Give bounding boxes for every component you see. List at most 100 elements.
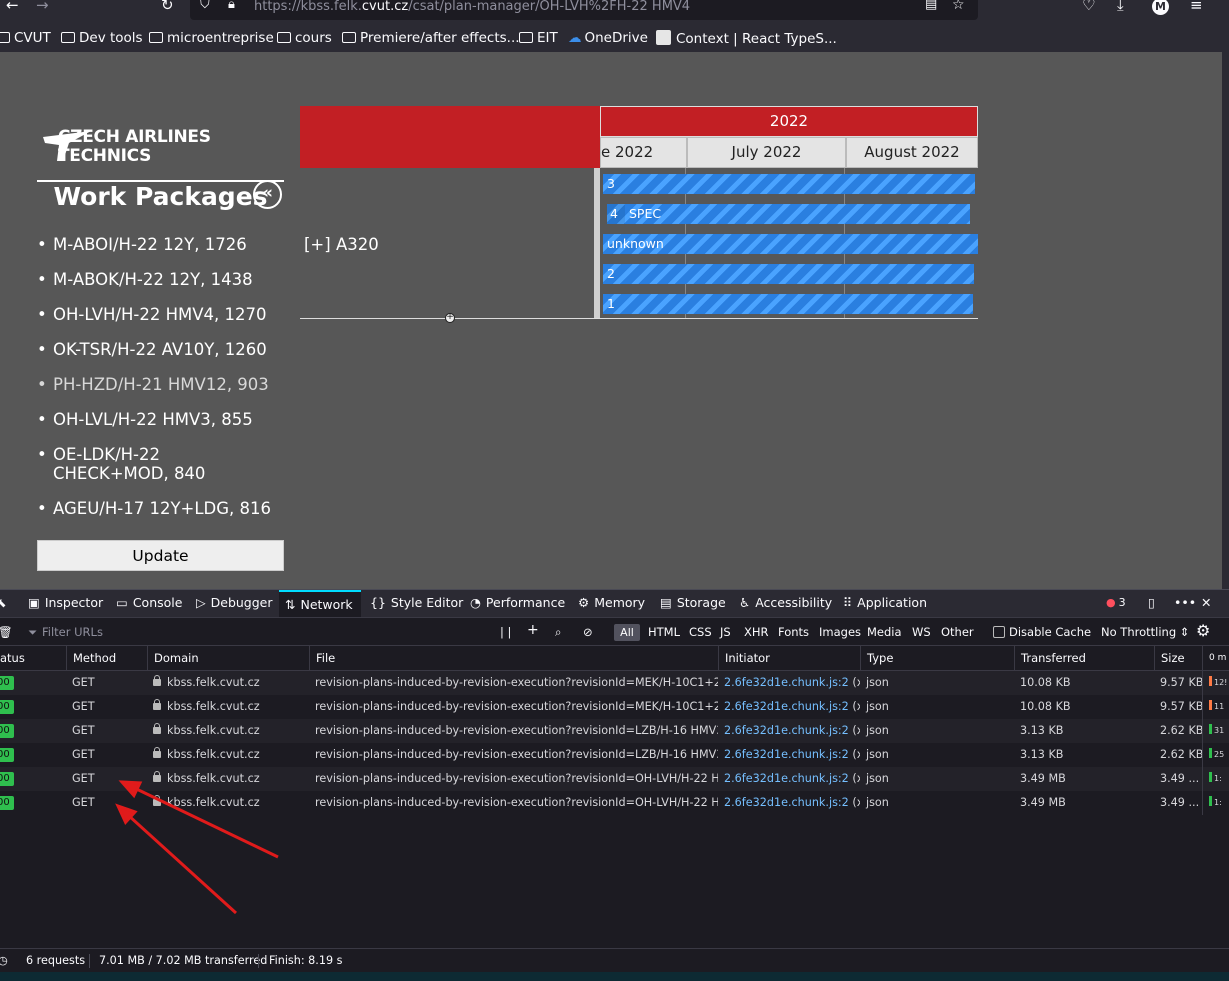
search-icon[interactable]: ⌕ (555, 625, 561, 640)
bookmark-cours[interactable]: cours (277, 30, 332, 46)
style-editor-icon: {} (370, 595, 386, 610)
filter-fonts[interactable]: Fonts (778, 625, 809, 639)
bookmark-eit[interactable]: EIT (519, 30, 558, 46)
work-package-item[interactable]: OH-LVL/H-22 HMV3, 855 (37, 410, 287, 429)
filter-media[interactable]: Media (867, 625, 902, 639)
bookmark-star-icon[interactable]: ☆ (952, 0, 965, 13)
request-initiator[interactable]: 2.6fe32d1e.chunk.js:2 (xhr) (718, 695, 860, 719)
bookmark-dev-tools[interactable]: Dev tools (61, 30, 143, 46)
gantt-splitter[interactable] (594, 168, 600, 318)
gantt-resize-handle[interactable]: + (445, 313, 455, 323)
network-request-row[interactable]: 00 GET kbss.felk.cvut.cz revision-plans-ind… (0, 767, 1229, 791)
reload-icon[interactable]: ↻ (161, 0, 174, 13)
filter-css[interactable]: CSS (689, 625, 712, 639)
gantt-bar[interactable]: 2 (603, 264, 974, 284)
forward-icon[interactable]: → (36, 0, 49, 13)
error-badge[interactable]: ● 3 (1106, 590, 1126, 618)
work-package-item[interactable]: OK-TSR/H-22 AV10Y, 1260 (37, 340, 287, 359)
gantt-row-label[interactable]: [+] A320 (304, 235, 379, 254)
filter-images[interactable]: Images (819, 625, 861, 639)
work-package-item[interactable]: M-ABOI/H-22 12Y, 1726 (37, 235, 287, 254)
disable-cache-checkbox[interactable]: Disable Cache (993, 625, 1091, 639)
tab-style-editor[interactable]: {} Style Editor (370, 590, 463, 618)
tab-console[interactable]: ▭ Console (116, 590, 182, 618)
pause-icon[interactable]: | | (500, 625, 511, 639)
column-domain[interactable]: Domain (147, 646, 309, 671)
network-request-row[interactable]: 00 GET kbss.felk.cvut.cz revision-plans-ind… (0, 791, 1229, 815)
column-file[interactable]: File (309, 646, 718, 671)
responsive-design-icon[interactable]: ▯ (1148, 590, 1155, 618)
gantt-bar[interactable]: unknown (603, 234, 978, 254)
menu-icon[interactable]: ≡ (1190, 0, 1203, 13)
filter-urls-input[interactable]: Filter URLs (42, 625, 103, 639)
block-icon[interactable]: ⊘ (583, 625, 593, 639)
update-button[interactable]: Update (37, 540, 284, 571)
back-icon[interactable]: ← (6, 0, 19, 13)
column-waterfall[interactable]: 0 m (1202, 646, 1229, 671)
tab-inspector[interactable]: ▣ Inspector (28, 590, 103, 618)
close-devtools-icon[interactable]: ✕ (1201, 590, 1211, 618)
work-package-item[interactable]: AGEU/H-17 12Y+LDG, 816 (37, 499, 287, 518)
work-package-item[interactable]: PH-HZD/H-21 HMV12, 903 (37, 375, 287, 394)
more-options-icon[interactable]: ••• (1174, 590, 1196, 618)
account-avatar[interactable]: M (1152, 0, 1169, 15)
downloads-icon[interactable]: ⤓ (1117, 0, 1124, 13)
url-bar[interactable]: ⛉ 🔒︎ https://kbss.felk.cvut.cz/csat/plan… (190, 0, 978, 20)
request-initiator[interactable]: 2.6fe32d1e.chunk.js:2 (xhr) (718, 719, 860, 743)
settings-gear-icon[interactable]: ⚙ (1196, 621, 1210, 640)
bookmark-premiere[interactable]: Premiere/after effects... (342, 30, 520, 46)
tab-memory[interactable]: ⚙ Memory (578, 590, 645, 618)
work-package-item[interactable]: OE-LDK/H-22 CHECK+MOD, 840 (37, 445, 237, 483)
tab-network[interactable]: ⇅ Network (279, 590, 361, 618)
filter-js[interactable]: JS (720, 625, 731, 639)
bookmark-onedrive[interactable]: ☁ OneDrive (568, 30, 648, 46)
folder-icon (149, 32, 163, 43)
performance-analysis-icon[interactable]: ◷ (0, 949, 8, 972)
request-initiator[interactable]: 2.6fe32d1e.chunk.js:2 (xhr) (718, 671, 860, 695)
add-icon[interactable]: + (527, 622, 539, 638)
tab-performance[interactable]: ◔ Performance (470, 590, 565, 618)
filter-other[interactable]: Other (941, 625, 974, 639)
throttling-select[interactable]: No Throttling ⇕ (1101, 625, 1189, 639)
column-transferred[interactable]: Transferred (1014, 646, 1154, 671)
network-request-row[interactable]: 00 GET kbss.felk.cvut.cz revision-plans-ind… (0, 719, 1229, 743)
pocket-icon[interactable]: ♡ (1082, 0, 1095, 13)
filter-xhr[interactable]: XHR (744, 625, 769, 639)
work-package-item[interactable]: OH-LVH/H-22 HMV4, 1270 (37, 305, 287, 324)
gantt-bar[interactable]: 1 (603, 294, 973, 314)
request-initiator[interactable]: 2.6fe32d1e.chunk.js:2 (xhr) (718, 767, 860, 791)
request-initiator[interactable]: 2.6fe32d1e.chunk.js:2 (xhr) (718, 743, 860, 767)
gantt-bar[interactable]: 4 SPEC (607, 204, 970, 224)
column-initiator[interactable]: Initiator (718, 646, 860, 671)
tab-application[interactable]: ⠿ Application (843, 590, 927, 618)
tab-accessibility[interactable]: ♿︎ Accessibility (739, 590, 832, 618)
page-scrollbar[interactable] (1222, 52, 1229, 589)
request-size: 9.57 KB (1160, 700, 1202, 713)
tab-debugger[interactable]: ▷ Debugger (196, 590, 273, 618)
desktop-background (0, 972, 1229, 981)
column-size[interactable]: Size (1154, 646, 1202, 671)
bookmark-microentreprise[interactable]: microentreprise (149, 30, 274, 46)
filter-all[interactable]: All (614, 624, 640, 641)
bookmark-context-react[interactable]: Context | React TypeS... (656, 30, 837, 47)
gantt-bar[interactable]: 3 (603, 174, 975, 194)
network-request-row[interactable]: 00 GET kbss.felk.cvut.cz revision-plans-ind… (0, 743, 1229, 767)
filter-html[interactable]: HTML (648, 625, 680, 639)
column-status[interactable]: atus (0, 646, 66, 671)
shield-icon[interactable]: ⛉ (200, 0, 210, 13)
reader-mode-icon[interactable]: ▤ (925, 0, 937, 13)
tab-storage[interactable]: ▤ Storage (660, 590, 726, 618)
network-request-row[interactable]: 00 GET kbss.felk.cvut.cz revision-plans-ind… (0, 695, 1229, 719)
request-method: GET (72, 700, 95, 713)
request-initiator[interactable]: 2.6fe32d1e.chunk.js:2 (xhr) (718, 791, 860, 815)
network-request-row[interactable]: 00 GET kbss.felk.cvut.cz revision-plans-ind… (0, 671, 1229, 695)
clear-requests-icon[interactable]: 🗑︎ (0, 625, 13, 639)
filter-icon: ⏷ (28, 625, 38, 639)
pick-element-icon[interactable]: ⬉ (0, 590, 6, 618)
column-type[interactable]: Type (860, 646, 1014, 671)
work-package-item[interactable]: M-ABOK/H-22 12Y, 1438 (37, 270, 287, 289)
lock-icon[interactable]: 🔒︎ (228, 0, 235, 13)
column-method[interactable]: Method (66, 646, 147, 671)
filter-ws[interactable]: WS (912, 625, 931, 639)
bookmark-cvut[interactable]: CVUT (0, 30, 51, 46)
